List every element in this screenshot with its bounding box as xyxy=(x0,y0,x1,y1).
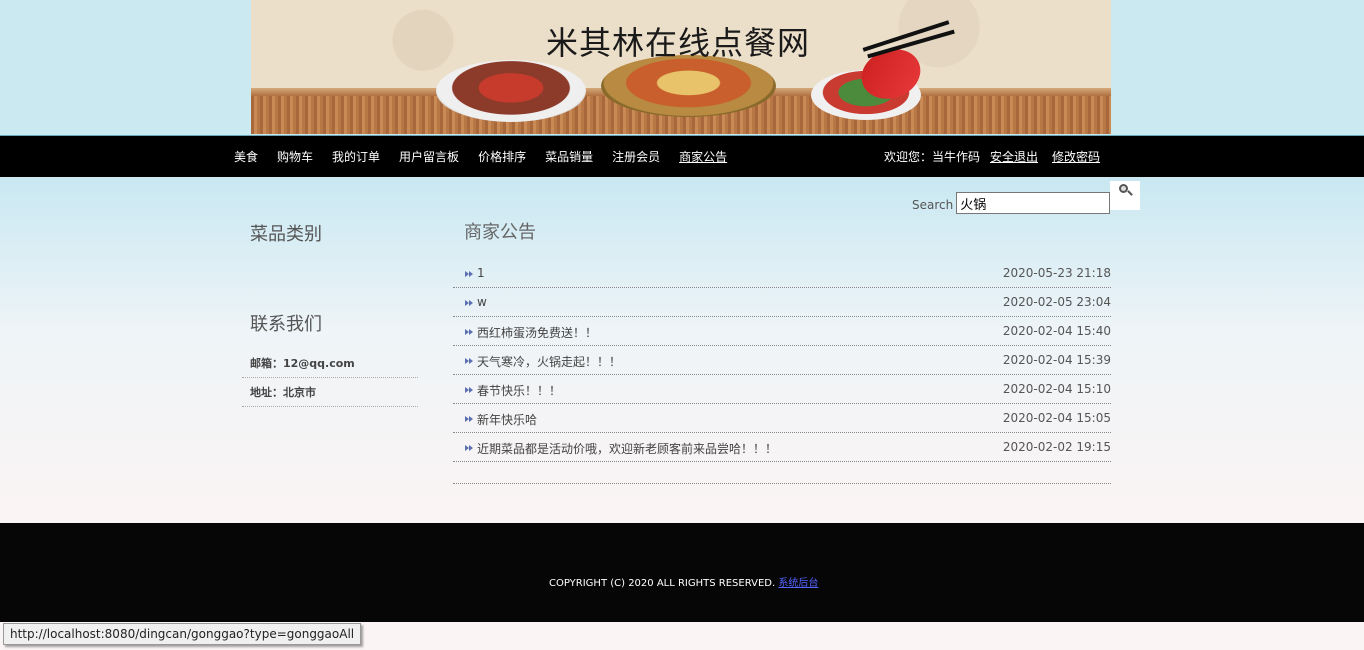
arrow-bullet-icon xyxy=(465,443,474,451)
header-banner: 米其林在线点餐网 xyxy=(251,0,1111,134)
nav-item-message-board[interactable]: 用户留言板 xyxy=(399,148,459,165)
search-icon xyxy=(1117,183,1133,197)
notice-title[interactable]: w xyxy=(477,295,487,309)
notice-title[interactable]: 1 xyxy=(477,266,485,280)
nav-item-register[interactable]: 注册会员 xyxy=(612,148,660,165)
notice-title[interactable]: 天气寒冷，火锅走起！！！ xyxy=(477,353,621,370)
hotpot-image xyxy=(601,55,776,117)
nav-item-orders[interactable]: 我的订单 xyxy=(332,148,380,165)
nav-item-food[interactable]: 美食 xyxy=(234,148,258,165)
nav-menu: 美食 购物车 我的订单 用户留言板 价格排序 菜品销量 注册会员 商家公告 xyxy=(234,148,746,165)
change-password-link[interactable]: 修改密码 xyxy=(1052,148,1100,165)
list-divider xyxy=(453,483,1111,484)
top-nav: 美食 购物车 我的订单 用户留言板 价格排序 菜品销量 注册会员 商家公告 欢迎… xyxy=(0,135,1364,177)
nav-item-cart[interactable]: 购物车 xyxy=(277,148,313,165)
notice-row[interactable]: 春节快乐！！！ 2020-02-04 15:10 xyxy=(453,375,1111,404)
welcome-text: 欢迎您：当牛作码 xyxy=(884,150,981,164)
notice-date: 2020-05-23 21:18 xyxy=(1002,266,1111,280)
notice-row[interactable]: 新年快乐哈 2020-02-04 15:05 xyxy=(453,404,1111,433)
arrow-bullet-icon xyxy=(465,414,474,422)
copyright-text: COPYRIGHT (C) 2020 ALL RIGHTS RESERVED. xyxy=(549,578,776,589)
notice-date: 2020-02-04 15:39 xyxy=(1002,353,1111,367)
status-url-tooltip: http://localhost:8080/dingcan/gonggao?ty… xyxy=(3,623,362,645)
admin-link[interactable]: 系统后台 xyxy=(778,578,818,589)
notice-title[interactable]: 新年快乐哈 xyxy=(477,411,537,428)
notice-title[interactable]: 春节快乐！！！ xyxy=(477,382,561,399)
nav-item-sales[interactable]: 菜品销量 xyxy=(545,148,593,165)
search-input[interactable] xyxy=(956,192,1111,214)
notice-list: 1 2020-05-23 21:18 w 2020-02-05 23:04 西红… xyxy=(453,259,1111,462)
logout-link[interactable]: 安全退出 xyxy=(990,148,1038,165)
arrow-bullet-icon xyxy=(465,356,474,364)
site-title: 米其林在线点餐网 xyxy=(546,24,811,62)
contact-email: 邮箱：12@qq.com xyxy=(242,349,418,378)
food-plate-image xyxy=(436,60,586,122)
notice-date: 2020-02-05 23:04 xyxy=(1002,295,1111,309)
notice-row[interactable]: w 2020-02-05 23:04 xyxy=(453,288,1111,317)
notice-row[interactable]: 天气寒冷，火锅走起！！！ 2020-02-04 15:39 xyxy=(453,346,1111,375)
notice-date: 2020-02-04 15:05 xyxy=(1002,411,1111,425)
notice-date: 2020-02-04 15:40 xyxy=(1002,324,1111,338)
search-box: Search xyxy=(912,181,1140,214)
notice-row[interactable]: 西红柿蛋汤免费送！！ 2020-02-04 15:40 xyxy=(453,317,1111,346)
footer: COPYRIGHT (C) 2020 ALL RIGHTS RESERVED. … xyxy=(0,523,1364,622)
nav-item-announcements[interactable]: 商家公告 xyxy=(679,148,727,165)
search-label: Search xyxy=(912,198,954,212)
contact-address: 地址：北京市 xyxy=(242,378,418,407)
arrow-bullet-icon xyxy=(465,327,474,335)
page-title: 商家公告 xyxy=(464,222,536,243)
arrow-bullet-icon xyxy=(465,298,474,306)
notice-row[interactable]: 1 2020-05-23 21:18 xyxy=(453,259,1111,288)
arrow-bullet-icon xyxy=(465,269,474,277)
search-button[interactable] xyxy=(1110,181,1140,210)
notice-date: 2020-02-04 15:10 xyxy=(1002,382,1111,396)
user-area: 欢迎您：当牛作码 安全退出 修改密码 xyxy=(884,148,1114,165)
category-heading: 菜品类别 xyxy=(250,224,322,245)
copyright: COPYRIGHT (C) 2020 ALL RIGHTS RESERVED. … xyxy=(549,574,818,589)
arrow-bullet-icon xyxy=(465,385,474,393)
notice-date: 2020-02-02 19:15 xyxy=(1002,440,1111,454)
nav-item-price-sort[interactable]: 价格排序 xyxy=(478,148,526,165)
notice-title[interactable]: 近期菜品都是活动价哦，欢迎新老顾客前来品尝哈！！！ xyxy=(477,440,777,457)
notice-title[interactable]: 西红柿蛋汤免费送！！ xyxy=(477,324,597,341)
contact-heading: 联系我们 xyxy=(250,314,322,335)
notice-row[interactable]: 近期菜品都是活动价哦，欢迎新老顾客前来品尝哈！！！ 2020-02-02 19:… xyxy=(453,433,1111,462)
